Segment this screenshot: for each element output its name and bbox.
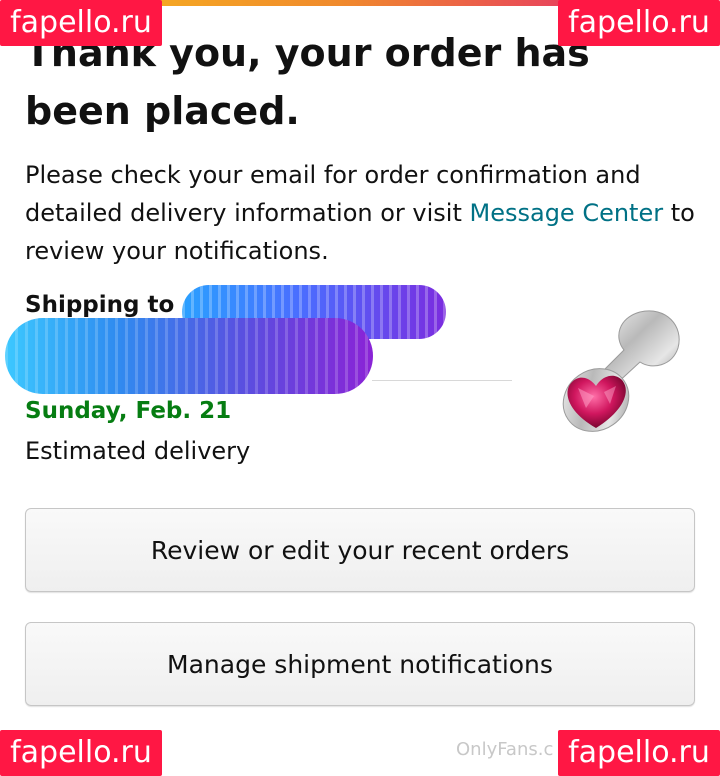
review-orders-button[interactable]: Review or edit your recent orders — [25, 508, 695, 592]
delivery-caption: Estimated delivery — [25, 437, 251, 465]
redaction-overlay-address-line-2 — [5, 318, 373, 394]
product-thumbnail-image[interactable] — [548, 304, 688, 444]
watermark-bottom-right: fapello.ru — [558, 730, 720, 776]
watermark-bottom-left: fapello.ru — [0, 730, 162, 776]
platform-watermark: OnlyFans.c — [456, 739, 554, 760]
message-center-link[interactable]: Message Center — [470, 199, 664, 227]
delivery-date: Sunday, Feb. 21 — [25, 398, 232, 424]
confirmation-info: Please check your email for order confir… — [25, 156, 705, 270]
watermark-top-left: fapello.ru — [0, 0, 162, 46]
manage-notifications-button[interactable]: Manage shipment notifications — [25, 622, 695, 706]
top-accent-bar — [160, 0, 560, 6]
shipping-label: Shipping to — [25, 292, 175, 318]
watermark-top-right: fapello.ru — [558, 0, 720, 46]
divider — [372, 380, 512, 381]
